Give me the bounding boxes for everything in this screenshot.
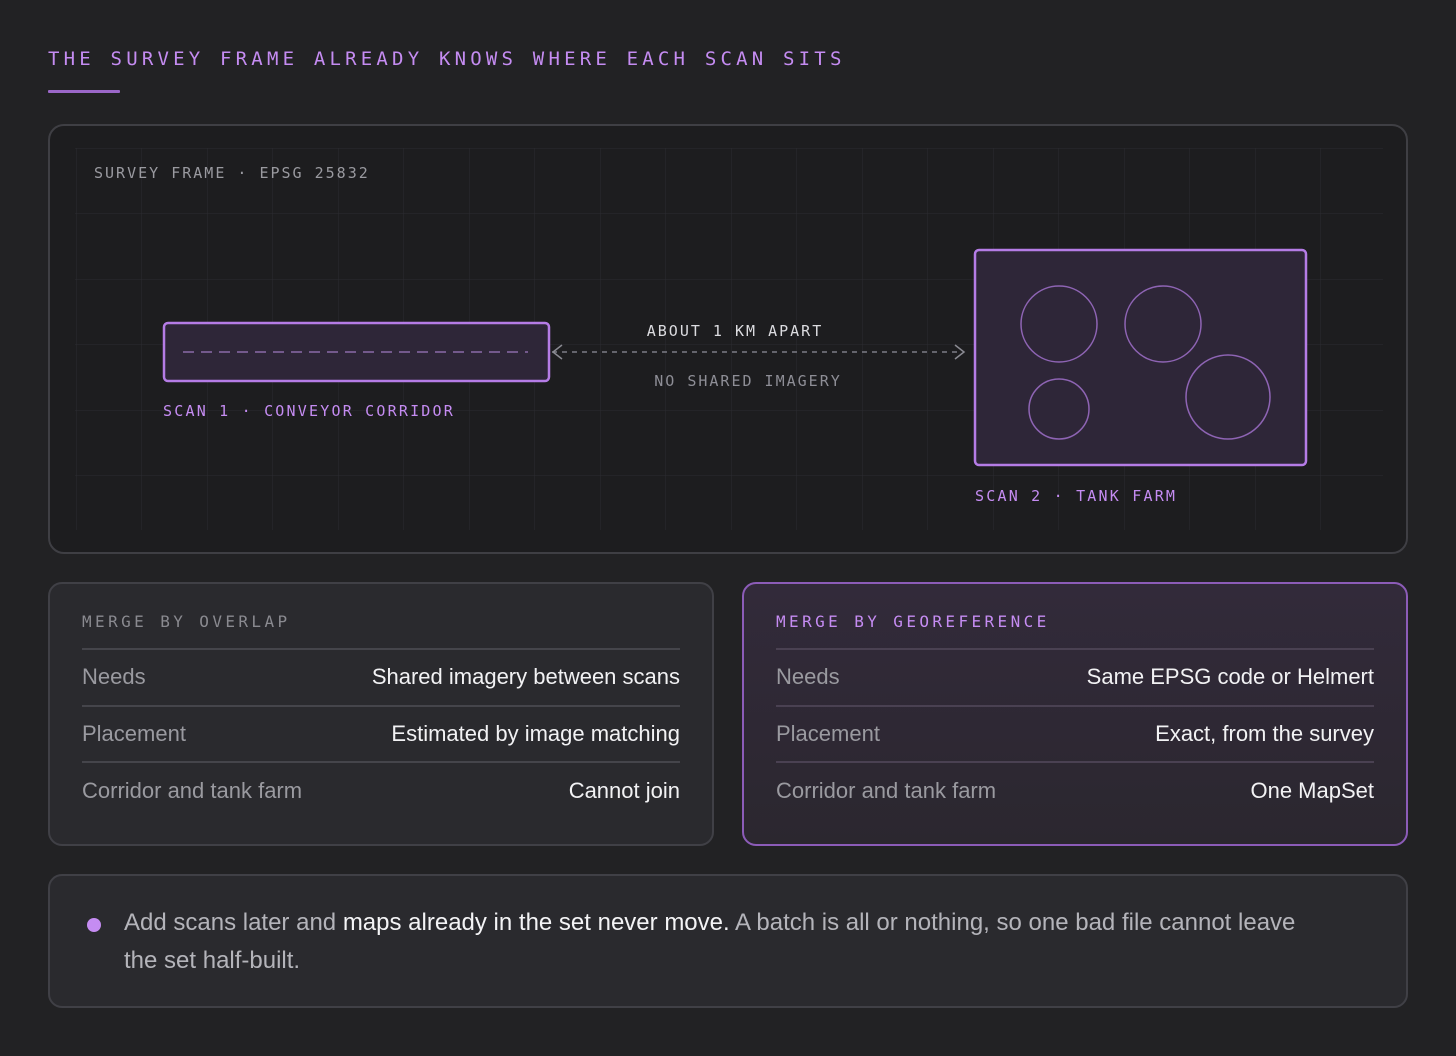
card-row-placement: Placement Estimated by image matching [82, 707, 680, 763]
row-label: Corridor and tank farm [776, 778, 997, 804]
scan2-label: SCAN 2 · TANK FARM [975, 487, 1177, 505]
bullet-dot-icon [87, 918, 101, 932]
row-value: Same EPSG code or Helmert [1086, 664, 1374, 690]
note-emphasis: maps already in the set never move. [342, 909, 730, 936]
row-value: Cannot join [568, 778, 680, 804]
card-row-corridor: Corridor and tank farm Cannot join [82, 763, 680, 820]
note-part-1: Add scans later and [124, 909, 343, 936]
row-label: Corridor and tank farm [82, 778, 303, 804]
diagram-canvas: SURVEY FRAME · EPSG 25832 SCAN 1 · CONVE… [75, 148, 1383, 530]
row-value: Shared imagery between scans [371, 664, 680, 690]
card-title: MERGE BY GEOREFERENCE [776, 610, 1374, 650]
card-row-needs: Needs Shared imagery between scans [82, 650, 680, 707]
row-value: Estimated by image matching [391, 720, 680, 746]
card-title: MERGE BY OVERLAP [82, 610, 680, 650]
survey-frame-diagram: SURVEY FRAME · EPSG 25832 SCAN 1 · CONVE… [48, 124, 1408, 554]
merge-by-overlap-card: MERGE BY OVERLAP Needs Shared imagery be… [48, 582, 714, 846]
card-row-placement: Placement Exact, from the survey [776, 707, 1374, 763]
row-label: Placement [82, 720, 186, 746]
row-label: Placement [776, 720, 880, 746]
row-value: Exact, from the survey [1155, 720, 1374, 746]
row-value: One MapSet [1250, 778, 1374, 804]
card-row-corridor: Corridor and tank farm One MapSet [776, 763, 1374, 820]
note-text: Add scans later and maps already in the … [124, 909, 1295, 974]
card-row-needs: Needs Same EPSG code or Helmert [776, 650, 1374, 707]
title-underline [48, 90, 120, 93]
scan1-label: SCAN 1 · CONVEYOR CORRIDOR [163, 402, 455, 420]
distance-label: ABOUT 1 KM APART [647, 322, 824, 340]
page-title: THE SURVEY FRAME ALREADY KNOWS WHERE EAC… [48, 48, 846, 70]
info-note: Add scans later and maps already in the … [48, 874, 1408, 1008]
row-label: Needs [82, 664, 146, 690]
imagery-label: NO SHARED IMAGERY [654, 372, 842, 390]
scan2-tank-farm [973, 248, 1308, 467]
frame-label: SURVEY FRAME · EPSG 25832 [94, 164, 370, 182]
scan1-corridor [162, 321, 551, 383]
row-label: Needs [776, 664, 840, 690]
merge-by-georeference-card: MERGE BY GEOREFERENCE Needs Same EPSG co… [742, 582, 1408, 846]
